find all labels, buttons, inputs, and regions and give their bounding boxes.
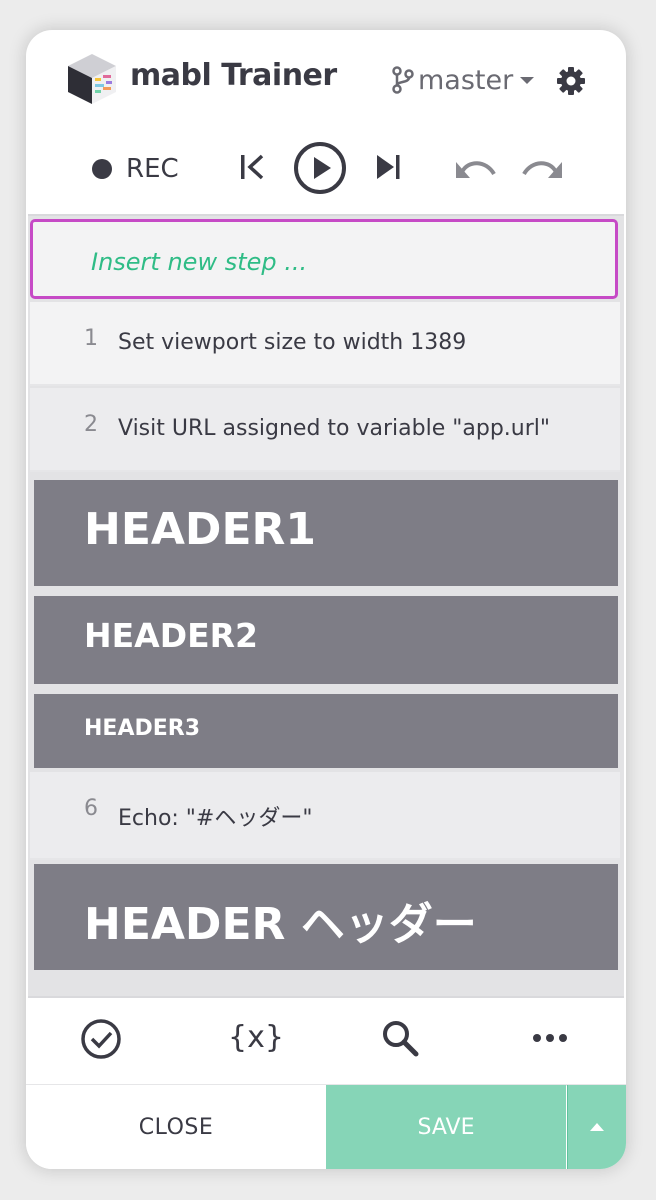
header-step-h1[interactable]: HEADER ヘッダー — [34, 864, 618, 970]
header-step-h3[interactable]: HEADER3 — [34, 694, 618, 768]
step-text: Echo: "#ヘッダー" — [118, 806, 313, 831]
insert-step-input[interactable] — [91, 244, 571, 280]
step-text: Set viewport size to width 1389 — [118, 330, 467, 355]
header-step-text: HEADER ヘッダー — [84, 899, 477, 950]
mabl-logo-icon — [68, 54, 116, 104]
record-button[interactable]: REC — [92, 154, 179, 184]
branch-selector[interactable]: master — [390, 63, 535, 97]
more-options-icon[interactable] — [532, 1032, 568, 1044]
record-dot-icon — [92, 159, 112, 179]
step-number: 6 — [84, 796, 98, 821]
save-options-button[interactable] — [567, 1085, 626, 1169]
step-forward-icon[interactable] — [374, 152, 404, 182]
step-number: 2 — [84, 412, 98, 437]
skip-to-start-icon[interactable] — [238, 152, 268, 182]
step-row[interactable]: 6 Echo: "#ヘッダー" — [30, 772, 620, 860]
gear-icon[interactable] — [556, 66, 586, 96]
step-number: 1 — [84, 326, 98, 351]
play-icon[interactable] — [293, 141, 347, 195]
search-icon[interactable] — [380, 1018, 420, 1058]
step-row[interactable]: 1 Set viewport size to width 1389 — [30, 302, 620, 386]
check-circle-icon[interactable] — [80, 1018, 122, 1060]
steps-list: 1 Set viewport size to width 1389 2 Visi… — [28, 214, 624, 998]
header-step-text: HEADER2 — [84, 616, 259, 655]
header-step-text: HEADER3 — [84, 716, 201, 741]
caret-down-icon — [520, 77, 535, 84]
caret-up-icon — [590, 1122, 604, 1131]
branch-name: master — [418, 64, 514, 96]
playback-toolbar: REC — [26, 130, 626, 210]
header-step-h1[interactable]: HEADER1 — [34, 480, 618, 586]
save-button[interactable]: SAVE — [326, 1085, 566, 1169]
redo-icon[interactable] — [520, 156, 564, 184]
git-branch-icon — [392, 66, 414, 94]
bottom-toolbar: {x} — [26, 996, 626, 1086]
header-step-text: HEADER1 — [84, 504, 317, 555]
record-label: REC — [126, 154, 179, 184]
insert-step-box[interactable] — [30, 219, 618, 299]
variables-icon[interactable]: {x} — [228, 1020, 284, 1055]
app-title: mabl Trainer — [130, 58, 337, 93]
undo-icon[interactable] — [454, 156, 498, 184]
mabl-trainer-window: mabl Trainer master REC Insert new step … — [26, 30, 626, 1169]
step-row[interactable]: 2 Visit URL assigned to variable "app.ur… — [30, 388, 620, 472]
title-bar: mabl Trainer master — [26, 30, 626, 130]
header-step-h2[interactable]: HEADER2 — [34, 596, 618, 684]
close-button[interactable]: CLOSE — [26, 1085, 326, 1169]
step-text: Visit URL assigned to variable "app.url" — [118, 416, 550, 441]
